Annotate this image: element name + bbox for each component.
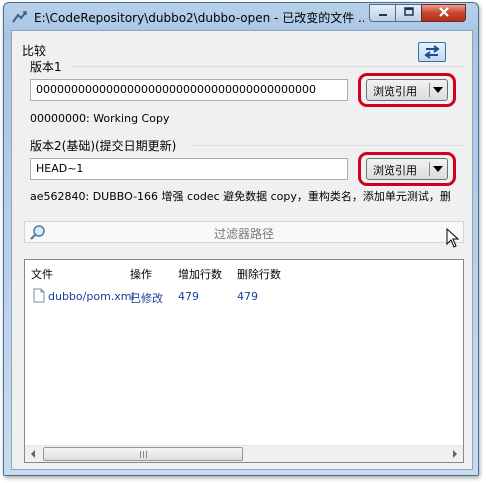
file-icon [33, 288, 45, 303]
filter-placeholder: 过滤器路径 [213, 227, 274, 241]
scroll-left-button[interactable] [25, 446, 42, 462]
compare-window: E:\CodeRepository\dubbo2\dubbo-open - 已改… [3, 2, 479, 476]
row-added-lines: 479 [178, 290, 199, 303]
dropdown-arrow-icon[interactable] [433, 166, 443, 172]
version1-info: 00000000: Working Copy [30, 112, 170, 125]
browse-refs-label: 浏览引用 [373, 164, 417, 177]
scroll-left-icon [31, 450, 35, 458]
version2-label: 版本2(基础)(提交日期更新) [30, 139, 177, 153]
version2-group-divider [190, 145, 464, 146]
version2-info: ae562840: DUBBO-166 增强 codec 避免数据 copy，重… [30, 190, 451, 203]
app-icon [12, 11, 27, 23]
column-header-added[interactable]: 增加行数 [178, 266, 222, 282]
row-action: 已修改 [130, 292, 163, 305]
maximize-icon [403, 7, 414, 16]
close-icon [438, 7, 449, 17]
scrollbar-thumb[interactable] [43, 447, 243, 461]
version1-input[interactable]: 0000000000000000000000000000000000000000 [30, 79, 348, 101]
mouse-cursor-icon [446, 228, 460, 248]
scroll-right-button[interactable] [446, 446, 463, 462]
swap-versions-button[interactable] [418, 42, 446, 62]
dropdown-arrow-icon[interactable] [433, 87, 443, 93]
swap-icon [424, 45, 440, 59]
window-title: E:\CodeRepository\dubbo2\dubbo-open - 已改… [34, 11, 364, 25]
minimize-icon [378, 14, 387, 16]
column-header-action[interactable]: 操作 [130, 266, 152, 282]
close-button[interactable] [421, 4, 466, 22]
row-file-name[interactable]: dubbo/pom.xml [48, 290, 135, 303]
horizontal-scrollbar[interactable] [25, 445, 463, 462]
minimize-button[interactable] [369, 4, 395, 22]
changed-files-list[interactable]: 文件 操作 增加行数 删除行数 dubbo/pom.xml 已修改 479 47… [24, 259, 464, 463]
version1-label: 版本1 [30, 60, 62, 74]
split-separator [429, 162, 430, 176]
scrollbar-grip [140, 451, 148, 458]
split-separator [429, 83, 430, 97]
column-header-file[interactable]: 文件 [31, 266, 53, 282]
dialog-client: 比较 版本1 000000000000000000000000000000000… [11, 30, 473, 470]
scroll-right-icon [453, 450, 457, 458]
compare-heading: 比较 [22, 44, 47, 58]
version2-browse-refs-button[interactable]: 浏览引用 [366, 158, 448, 180]
version2-input[interactable]: HEAD~1 [30, 158, 348, 180]
row-removed-lines: 479 [237, 290, 258, 303]
browse-refs-label: 浏览引用 [373, 85, 417, 98]
title-bar[interactable]: E:\CodeRepository\dubbo2\dubbo-open - 已改… [4, 3, 478, 31]
maximize-button[interactable] [395, 4, 421, 22]
version1-browse-refs-button[interactable]: 浏览引用 [366, 79, 448, 101]
filter-path-input[interactable]: 过滤器路径 [24, 221, 464, 243]
version1-group-divider [70, 66, 464, 67]
column-header-removed[interactable]: 删除行数 [237, 266, 281, 282]
